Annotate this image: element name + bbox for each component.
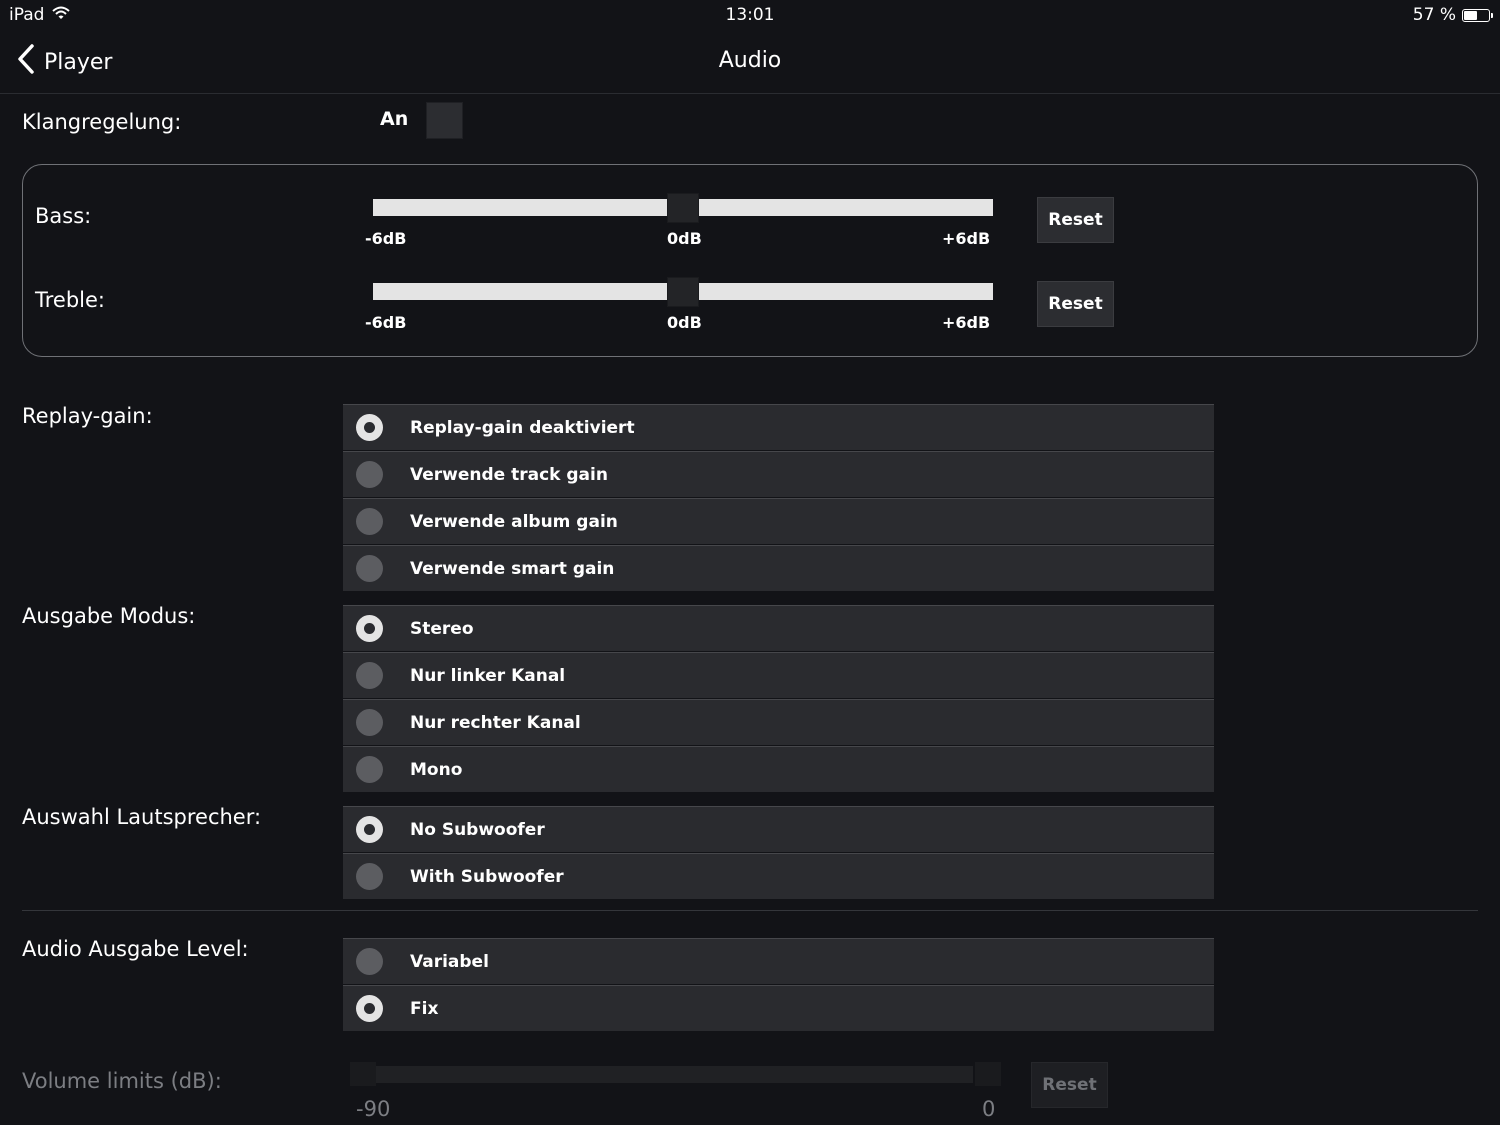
output-level-label: Audio Ausgabe Level: (22, 937, 249, 961)
radio-option-label: Mono (410, 759, 463, 780)
radio-checked-icon[interactable] (356, 414, 383, 441)
replay-gain-options: Replay-gain deaktiviert Verwende track ga… (343, 404, 1214, 591)
radio-option[interactable]: Variabel (343, 938, 1214, 984)
battery-tip (1491, 12, 1493, 18)
radio-checked-icon[interactable] (356, 816, 383, 843)
radio-option-label: No Subwoofer (410, 819, 545, 840)
radio-unchecked-icon[interactable] (356, 461, 383, 488)
treble-mid-label: 0dB (667, 313, 702, 332)
radio-checked-icon[interactable] (356, 615, 383, 642)
volume-min-label: -90 (356, 1097, 391, 1121)
output-mode-options: Stereo Nur linker Kanal Nur rechter Kanal M… (343, 605, 1214, 792)
section-divider (22, 910, 1478, 911)
status-time: 13:01 (725, 5, 775, 25)
klang-label: Klangregelung: (22, 110, 182, 134)
radio-option-label: Verwende smart gain (410, 558, 615, 579)
radio-option-label: Nur linker Kanal (410, 665, 566, 686)
klang-toggle-checkbox[interactable] (426, 102, 463, 139)
radio-option[interactable]: With Subwoofer (343, 853, 1214, 899)
treble-slider-thumb[interactable] (667, 277, 699, 307)
radio-option[interactable]: Fix (343, 985, 1214, 1031)
radio-option[interactable]: Nur rechter Kanal (343, 699, 1214, 745)
radio-unchecked-icon[interactable] (356, 555, 383, 582)
radio-option[interactable]: Verwende track gain (343, 451, 1214, 497)
nav-divider (0, 93, 1500, 94)
status-bar-right: 57 % (1412, 5, 1493, 25)
radio-option-label: Replay-gain deaktiviert (410, 417, 635, 438)
volume-limits-track[interactable] (376, 1066, 973, 1083)
bass-min-label: -6dB (365, 229, 407, 248)
bass-slider-thumb[interactable] (667, 193, 699, 223)
radio-option-label: Nur rechter Kanal (410, 712, 581, 733)
radio-option[interactable]: Mono (343, 746, 1214, 792)
bass-reset-button[interactable]: Reset (1037, 197, 1114, 243)
radio-unchecked-icon[interactable] (356, 508, 383, 535)
klang-toggle-label: An (380, 108, 409, 130)
radio-option[interactable]: Replay-gain deaktiviert (343, 404, 1214, 450)
volume-reset-button[interactable]: Reset (1031, 1062, 1108, 1108)
radio-option[interactable]: Verwende smart gain (343, 545, 1214, 591)
radio-unchecked-icon[interactable] (356, 662, 383, 689)
volume-max-thumb[interactable] (975, 1062, 1001, 1086)
radio-option-label: Verwende track gain (410, 464, 608, 485)
bass-label: Bass: (35, 204, 92, 228)
output-level-options: Variabel Fix (343, 938, 1214, 1031)
treble-reset-button[interactable]: Reset (1037, 281, 1114, 327)
page-title: Audio (718, 48, 782, 73)
treble-min-label: -6dB (365, 313, 407, 332)
radio-option-label: Verwende album gain (410, 511, 618, 532)
radio-option-label: Fix (410, 998, 439, 1019)
radio-option[interactable]: No Subwoofer (343, 806, 1214, 852)
radio-option[interactable]: Stereo (343, 605, 1214, 651)
speakers-options: No Subwoofer With Subwoofer (343, 806, 1214, 899)
radio-unchecked-icon[interactable] (356, 948, 383, 975)
volume-max-label: 0 (982, 1097, 996, 1121)
radio-checked-icon[interactable] (356, 995, 383, 1022)
treble-max-label: +6dB (942, 313, 991, 332)
radio-unchecked-icon[interactable] (356, 756, 383, 783)
battery-percent: 57 % (1412, 5, 1456, 25)
bass-max-label: +6dB (942, 229, 991, 248)
battery-icon (1462, 8, 1493, 22)
radio-option[interactable]: Nur linker Kanal (343, 652, 1214, 698)
battery-fill (1464, 10, 1477, 20)
replay-gain-label: Replay-gain: (22, 404, 153, 428)
radio-unchecked-icon[interactable] (356, 709, 383, 736)
radio-option-label: Stereo (410, 618, 474, 639)
radio-option[interactable]: Verwende album gain (343, 498, 1214, 544)
radio-unchecked-icon[interactable] (356, 863, 383, 890)
volume-min-thumb[interactable] (350, 1062, 376, 1086)
output-mode-label: Ausgabe Modus: (22, 604, 196, 628)
volume-limits-label: Volume limits (dB): (22, 1069, 222, 1093)
bass-mid-label: 0dB (667, 229, 702, 248)
radio-option-label: With Subwoofer (410, 866, 564, 887)
radio-option-label: Variabel (410, 951, 489, 972)
eq-panel (22, 164, 1478, 357)
treble-label: Treble: (35, 288, 105, 312)
speakers-label: Auswahl Lautsprecher: (22, 805, 262, 829)
